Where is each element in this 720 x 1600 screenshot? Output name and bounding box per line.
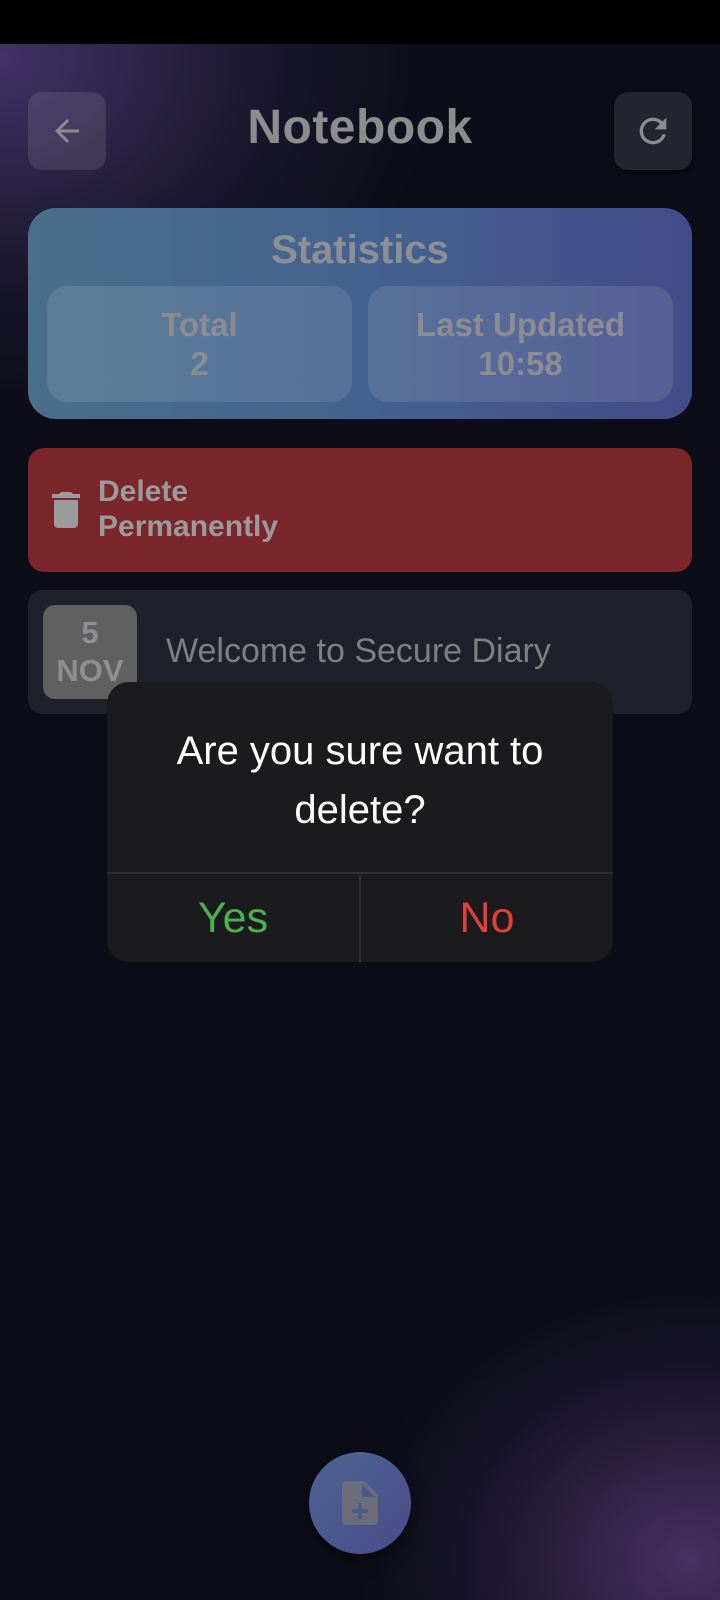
refresh-icon: [639, 117, 667, 145]
total-stat: Total 2: [47, 286, 352, 402]
confirm-delete-dialog: Are you sure want to delete? Yes No: [107, 682, 613, 962]
no-button[interactable]: No: [361, 874, 613, 962]
dialog-message: Are you sure want to delete?: [176, 729, 544, 832]
entry-title: Welcome to Secure Diary: [166, 632, 551, 670]
add-note-button[interactable]: [309, 1452, 411, 1554]
add-note-icon: [342, 1481, 378, 1525]
last-updated-value: 10:58: [478, 345, 563, 382]
statistics-title: Statistics: [271, 228, 449, 272]
page-title: Notebook: [247, 101, 473, 154]
last-updated-label: Last Updated: [415, 306, 626, 343]
status-bar: [0, 0, 720, 44]
delete-label-line2: Permanently: [98, 510, 279, 543]
last-updated-stat: Last Updated 10:58: [368, 286, 673, 402]
date-day: 5: [81, 615, 99, 650]
total-label: Total: [161, 306, 238, 343]
trash-icon: [52, 492, 80, 528]
statistics-card: Statistics Total 2 Last Updated 10:58: [28, 208, 692, 419]
delete-label: Delete Permanently: [98, 474, 398, 544]
total-value: 2: [190, 345, 209, 382]
delete-label-line1: Delete: [98, 475, 189, 508]
yes-button[interactable]: Yes: [107, 874, 359, 962]
date-month: NOV: [56, 653, 124, 688]
refresh-button[interactable]: [614, 92, 692, 170]
delete-permanently-button[interactable]: Delete Permanently: [28, 448, 692, 572]
